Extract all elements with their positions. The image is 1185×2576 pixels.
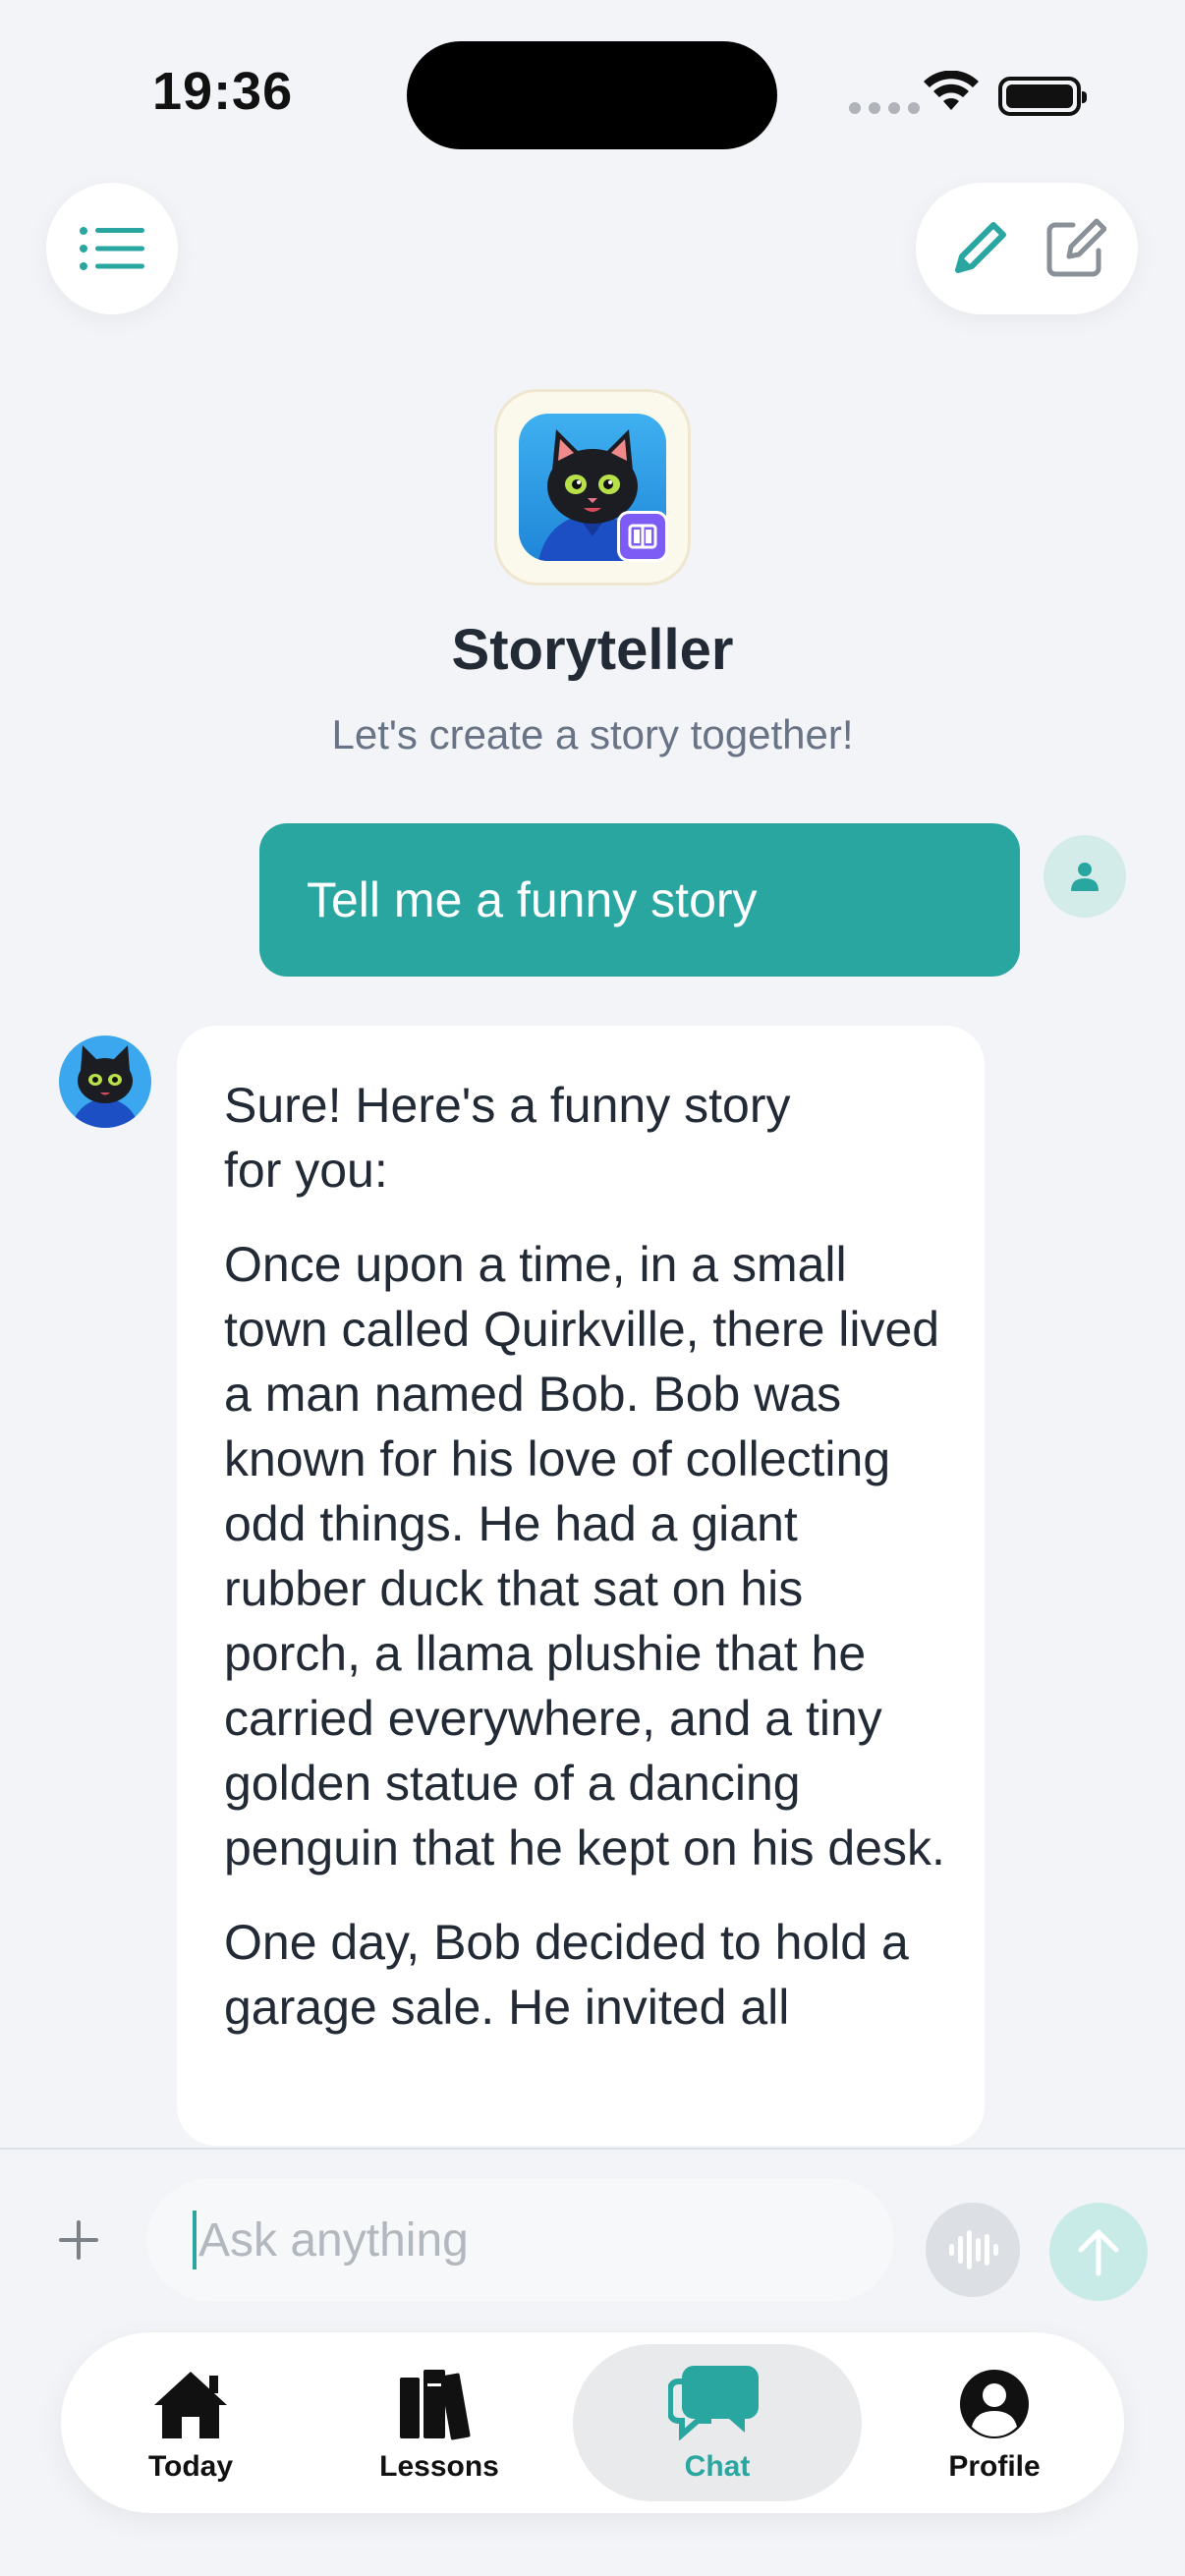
bot-avatar [59, 1036, 151, 1128]
pencil-button[interactable] [940, 209, 1019, 288]
pencil-icon [954, 222, 1006, 273]
tab-lessons[interactable]: Lessons [351, 2344, 528, 2501]
edit-actions [916, 183, 1138, 314]
tab-chat[interactable]: Chat [573, 2344, 862, 2501]
menu-button[interactable] [46, 183, 178, 314]
waveform-icon [949, 2230, 998, 2269]
person-icon [1071, 863, 1099, 891]
dynamic-island [407, 41, 777, 149]
home-icon [154, 2372, 227, 2438]
chat-bubbles-icon [668, 2366, 759, 2440]
compose-icon [1046, 218, 1106, 277]
user-avatar [1044, 835, 1126, 918]
new-chat-button[interactable] [1036, 209, 1114, 288]
user-message-text: Tell me a funny story [307, 872, 758, 927]
message-input[interactable] [198, 2212, 867, 2268]
bot-message-bubble: Sure! Here's a funny story for you: Once… [177, 1026, 985, 2146]
arrow-up-icon [1078, 2229, 1119, 2276]
bot-message-paragraph: Sure! Here's a funny story for you: [224, 1078, 791, 1198]
tab-profile[interactable]: Profile [906, 2344, 1083, 2501]
user-message-bubble: Tell me a funny story [259, 823, 1020, 977]
bot-message-paragraph: Once upon a time, in a small town called… [224, 1237, 945, 1876]
send-button[interactable] [1049, 2203, 1148, 2301]
plus-icon [59, 2220, 98, 2260]
voice-button[interactable] [926, 2203, 1020, 2297]
tab-bar: Today Lessons Chat Profile [61, 2332, 1124, 2513]
text-caret [193, 2211, 197, 2269]
wifi-icon [924, 71, 979, 110]
page-title: Storyteller [451, 618, 734, 682]
tab-today[interactable]: Today [102, 2344, 279, 2501]
composer-divider [0, 2148, 1185, 2150]
attach-button[interactable] [51, 2212, 106, 2268]
status-time: 19:36 [152, 62, 294, 121]
bot-message-paragraph: One day, Bob decided to hold a garage sa… [224, 1915, 909, 2035]
books-icon [400, 2370, 471, 2440]
tab-label: Today [147, 2450, 234, 2483]
cellular-signal-icon [849, 102, 920, 114]
storybook-badge-icon [617, 511, 668, 562]
battery-icon [998, 77, 1087, 116]
tab-label: Chat [684, 2450, 751, 2483]
tab-label: Profile [948, 2450, 1041, 2483]
page-subtitle: Let's create a story together! [331, 711, 854, 757]
chat-screen: 19:36 Storyteller Let's create a story t… [0, 0, 1185, 2576]
message-input-container[interactable] [147, 2179, 894, 2301]
list-icon [80, 227, 144, 270]
profile-icon [960, 2370, 1029, 2438]
tab-label: Lessons [379, 2450, 499, 2483]
